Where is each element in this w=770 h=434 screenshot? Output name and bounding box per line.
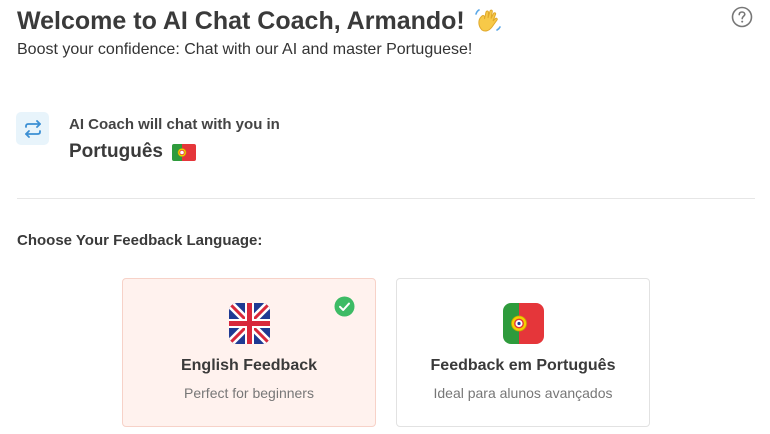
section-divider — [17, 198, 755, 199]
waving-hand-icon — [473, 6, 503, 36]
page-title-row: Welcome to AI Chat Coach, Armando! — [17, 6, 503, 36]
coach-language: Português — [69, 141, 163, 162]
page-subtitle: Boost your confidence: Chat with our AI … — [17, 41, 473, 58]
portugal-flag-icon — [171, 143, 196, 161]
portuguese-feedback-title: Feedback em Português — [430, 357, 616, 374]
swap-arrows-icon — [16, 112, 49, 145]
english-feedback-description: Perfect for beginners — [184, 385, 314, 401]
ai-chat-coach-page: Welcome to AI Chat Coach, Armando! Boost… — [0, 0, 770, 434]
portugal-flag-icon — [503, 303, 544, 344]
uk-flag-icon — [229, 303, 270, 344]
english-feedback-title: English Feedback — [180, 357, 318, 374]
check-circle-icon — [334, 296, 355, 317]
portuguese-feedback-option[interactable]: Feedback em Português Ideal para alunos … — [396, 278, 650, 427]
english-feedback-option[interactable]: English Feedback Perfect for beginners — [122, 278, 376, 427]
page-title: Welcome to AI Chat Coach, Armando! — [17, 6, 465, 35]
coach-language-row: Português — [69, 141, 196, 163]
question-circle-icon[interactable] — [731, 6, 753, 28]
coach-chat-label: AI Coach will chat with you in — [69, 116, 280, 133]
portuguese-feedback-description: Ideal para alunos avançados — [433, 385, 613, 401]
feedback-language-label: Choose Your Feedback Language: — [17, 232, 263, 249]
